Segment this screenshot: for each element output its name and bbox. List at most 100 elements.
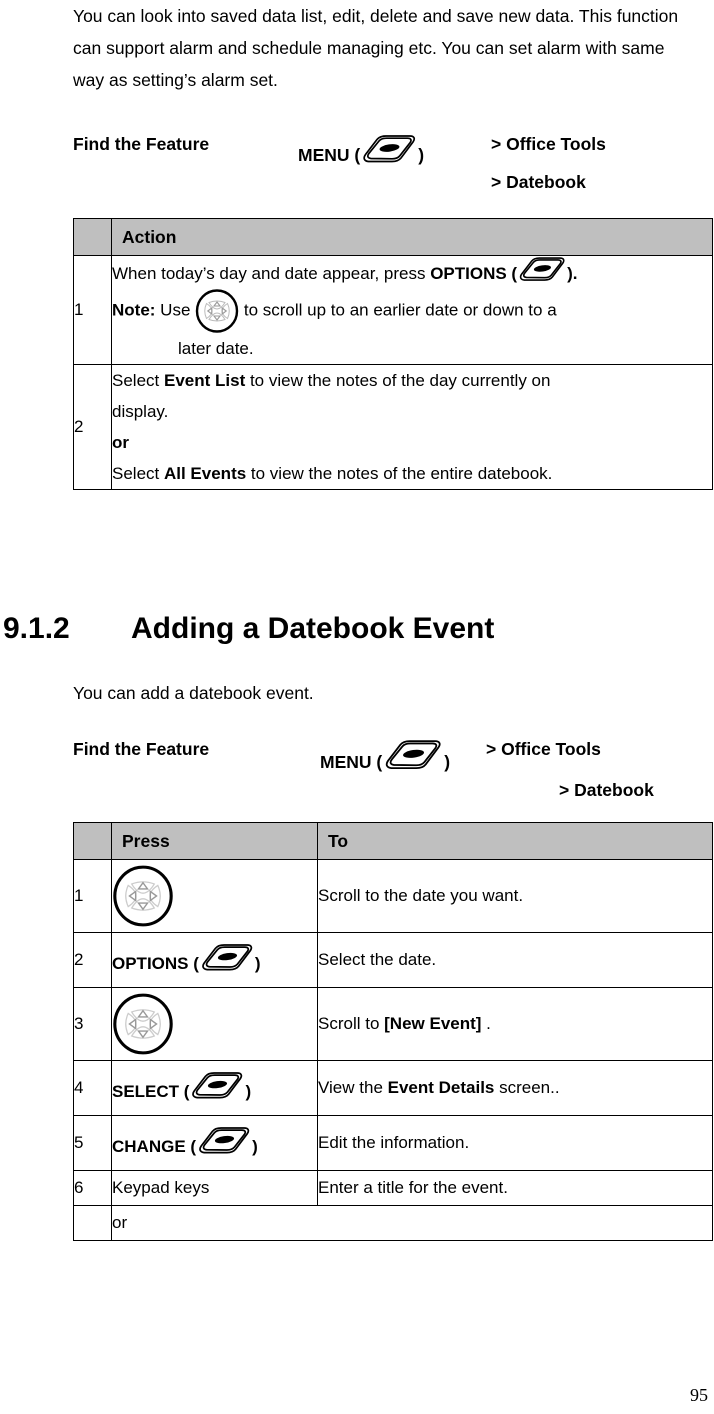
step-action-line-1: Select Event List to view the notes of t… [112,365,712,396]
column-header-number [73,822,112,860]
menu-key-suffix-2: ) [444,752,451,772]
step-number: 3 [73,987,112,1061]
softkey-menu-icon [360,134,418,168]
step-number: 1 [73,859,112,933]
step-action-text-post: to view the notes of the day currently o… [245,371,551,390]
event-list-option: Event List [163,371,246,390]
softkey-menu-icon [382,739,444,775]
softkey-select-icon [189,1071,245,1104]
note-text-post: to scroll up to an earlier date or down … [239,300,557,320]
step-action-text: Select [112,371,164,390]
step-to-cell: Scroll to the date you want. [317,859,713,933]
table-row: 1 When today’s day and date appear, pres… [73,255,713,365]
menu-key-suffix-1: ) [418,145,425,165]
step-number: 5 [73,1115,112,1171]
intro-paragraph-block: You can look into saved data list, edit,… [73,0,693,96]
step-action-line-1: When today’s day and date appear, press … [112,256,712,289]
table-row: 6 Keypad keys Enter a title for the even… [73,1170,713,1206]
step-to-cell: Enter a title for the event. [317,1170,713,1206]
find-the-feature-block-2: Find the Feature MENU () > Office Tools … [73,731,713,819]
column-header-press: Press [111,822,318,860]
step-press-cell [111,859,318,933]
note-continuation: later date. [178,339,254,358]
step-action-text: When today’s day and date appear, press [112,264,431,283]
step-number: 2 [73,364,112,490]
table-row: 1 Scroll to the date you want. [73,859,713,933]
step-number: 4 [73,1060,112,1116]
table-header-row: Action [73,218,713,256]
step-action-line-2: Note: Use to scroll up to an earlier dat… [112,289,712,333]
step-number: 2 [73,932,112,988]
table-row: 2 Select Event List to view the notes of… [73,364,713,490]
step-to-text: View the [318,1078,388,1097]
step-action-text: Select [112,464,164,483]
navigation-key-icon [195,289,239,333]
section-title: Adding a Datebook Event [131,612,495,645]
step-number: 6 [73,1170,112,1206]
step-to-text-post: screen.. [494,1078,560,1097]
select-key-suffix: ) [245,1082,252,1101]
navigation-key-icon [112,993,174,1055]
step-number: 1 [73,255,112,365]
find-the-feature-label-1: Find the Feature [73,134,210,154]
step-action-cell: When today’s day and date appear, press … [111,255,713,365]
find-the-feature-label-2: Find the Feature [73,739,210,759]
menu-key-prefix-2: MENU ( [320,752,383,772]
step-to-text: Scroll to [318,1014,385,1033]
step-action-line-3: later date. [112,333,712,364]
navigation-key-icon [112,865,174,927]
section-heading: 9.1.2 Adding a Datebook Event [3,612,494,646]
menu-path-office-tools-2: > Office Tools [486,739,601,759]
page-number: 95 [690,1385,708,1405]
section-number: 9.1.2 [3,612,70,645]
table-row: 3 Scroll to [New Event] . [73,987,713,1061]
softkey-options-icon [199,943,255,976]
options-key-label: OPTIONS ( [112,954,199,973]
softkey-change-icon [196,1126,252,1159]
find-the-feature-row-2: > Datebook [73,170,713,214]
new-event-option: [New Event] [384,1014,482,1033]
intro-paragraph: You can look into saved data list, edit,… [73,6,679,90]
options-key-label: OPTIONS ( [430,264,518,283]
find-the-feature-block-1: Find the Feature MENU () > Office Tools … [73,126,713,214]
note-text-pre: Use [155,300,196,320]
change-key-suffix: ) [252,1137,258,1156]
table-row: 2 OPTIONS () Select the date. [73,932,713,988]
menu-key-reference-1: MENU () [298,134,424,168]
step-to-cell: Scroll to [New Event] . [317,987,713,1061]
softkey-options-icon [517,256,567,286]
select-key-label: SELECT ( [112,1082,190,1101]
note-label: Note: [112,300,156,320]
step-action-text-post: to view the notes of the entire datebook… [246,464,553,483]
menu-path-datebook-1: > Datebook [491,172,586,192]
find-the-feature-row-2: > Datebook [73,775,713,819]
change-key-label: CHANGE ( [112,1137,197,1156]
step-to-cell: Select the date. [317,932,713,988]
manual-page: You can look into saved data list, edit,… [0,0,714,1414]
column-header-number [73,218,112,256]
step-press-or-cell: or [111,1205,713,1241]
step-number [73,1205,112,1241]
find-the-feature-row-1: Find the Feature MENU () > Office Tools [73,126,713,170]
step-action-cell: Select Event List to view the notes of t… [111,364,713,490]
step-action-closing: ). [567,264,578,283]
table-row: 4 SELECT () View the Event Details scree… [73,1060,713,1116]
step-to-cell: View the Event Details screen.. [317,1060,713,1116]
column-header-action: Action [111,218,713,256]
table-row: 5 CHANGE () Edit the information. [73,1115,713,1171]
datebook-view-procedure-table: Action 1 When today’s day and date appea… [73,218,713,490]
menu-key-reference-2: MENU () [320,739,450,775]
step-press-cell: CHANGE () [111,1115,318,1171]
step-action-or: or [112,433,129,452]
step-press-cell [111,987,318,1061]
find-the-feature-row-1: Find the Feature MENU () > Office Tools [73,731,713,775]
step-to-cell: Edit the information. [317,1115,713,1171]
menu-path-datebook-2: > Datebook [559,780,654,800]
step-action-line-4: Select All Events to view the notes of t… [112,458,712,489]
step-press-cell: SELECT () [111,1060,318,1116]
options-key-suffix: ) [254,954,261,973]
step-action-line-2: display. [112,402,169,421]
table-row: or [73,1205,713,1241]
event-details-screen: Event Details [387,1078,495,1097]
table-header-row: Press To [73,822,713,860]
